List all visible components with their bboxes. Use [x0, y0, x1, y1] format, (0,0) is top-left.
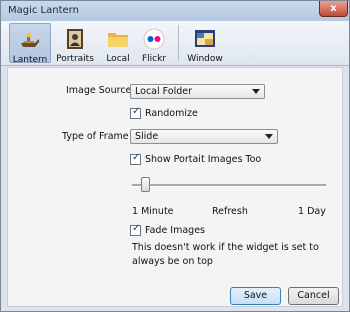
- tab-portraits[interactable]: Portraits: [56, 23, 94, 64]
- window-title: Magic Lantern: [8, 5, 79, 16]
- refresh-label: Refresh: [212, 206, 248, 217]
- settings-panel: Image Source Local Folder Randomize Type…: [7, 67, 343, 307]
- cancel-button[interactable]: Cancel: [288, 287, 339, 305]
- tab-local[interactable]: Local: [101, 23, 135, 64]
- tab-window-label: Window: [187, 54, 223, 64]
- refresh-slider-thumb[interactable]: [141, 177, 150, 192]
- image-source-label: Image Source: [66, 85, 132, 96]
- refresh-min-label: 1 Minute: [132, 206, 174, 217]
- fade-images-checkbox[interactable]: [130, 223, 141, 236]
- save-button[interactable]: Save: [230, 287, 281, 305]
- portraits-icon: [67, 29, 83, 49]
- chevron-down-icon: [252, 89, 260, 94]
- fade-images-note: This doesn't work if the widget is set t…: [132, 242, 319, 267]
- show-portrait-checkbox[interactable]: [130, 152, 141, 165]
- flickr-icon: [143, 28, 165, 50]
- tab-lantern-label: Lantern: [12, 55, 48, 65]
- type-of-frame-select[interactable]: Slide: [130, 129, 278, 144]
- tab-portraits-label: Portraits: [56, 54, 94, 64]
- tab-local-label: Local: [106, 54, 130, 64]
- tab-window[interactable]: Window: [185, 23, 225, 64]
- show-portrait-label: Show Portait Images Too: [145, 154, 262, 165]
- image-source-value: Local Folder: [135, 86, 192, 97]
- chevron-down-icon: [265, 134, 273, 139]
- tab-flickr-label: Flickr: [141, 54, 167, 64]
- window-icon: [195, 30, 215, 47]
- tab-flickr[interactable]: Flickr: [139, 23, 169, 64]
- randomize-label: Randomize: [145, 108, 198, 119]
- lantern-icon: [21, 32, 39, 47]
- fade-images-label: Fade Images: [145, 225, 206, 236]
- close-button[interactable]: x: [319, 1, 348, 17]
- image-source-select[interactable]: Local Folder: [130, 84, 265, 99]
- type-of-frame-label: Type of Frame: [62, 131, 129, 142]
- toolbar: Lantern Portraits Local Flickr Window: [1, 21, 349, 66]
- folder-icon: [108, 33, 128, 47]
- refresh-max-label: 1 Day: [298, 206, 326, 217]
- title-bar: Magic Lantern x: [1, 1, 349, 21]
- magic-lantern-window: Magic Lantern x Lantern Portraits Local …: [0, 0, 350, 312]
- randomize-checkbox[interactable]: [130, 106, 141, 119]
- toolbar-separator: [178, 25, 179, 61]
- refresh-slider-track[interactable]: [132, 184, 326, 187]
- tab-lantern[interactable]: Lantern: [9, 23, 51, 65]
- type-of-frame-value: Slide: [135, 131, 159, 142]
